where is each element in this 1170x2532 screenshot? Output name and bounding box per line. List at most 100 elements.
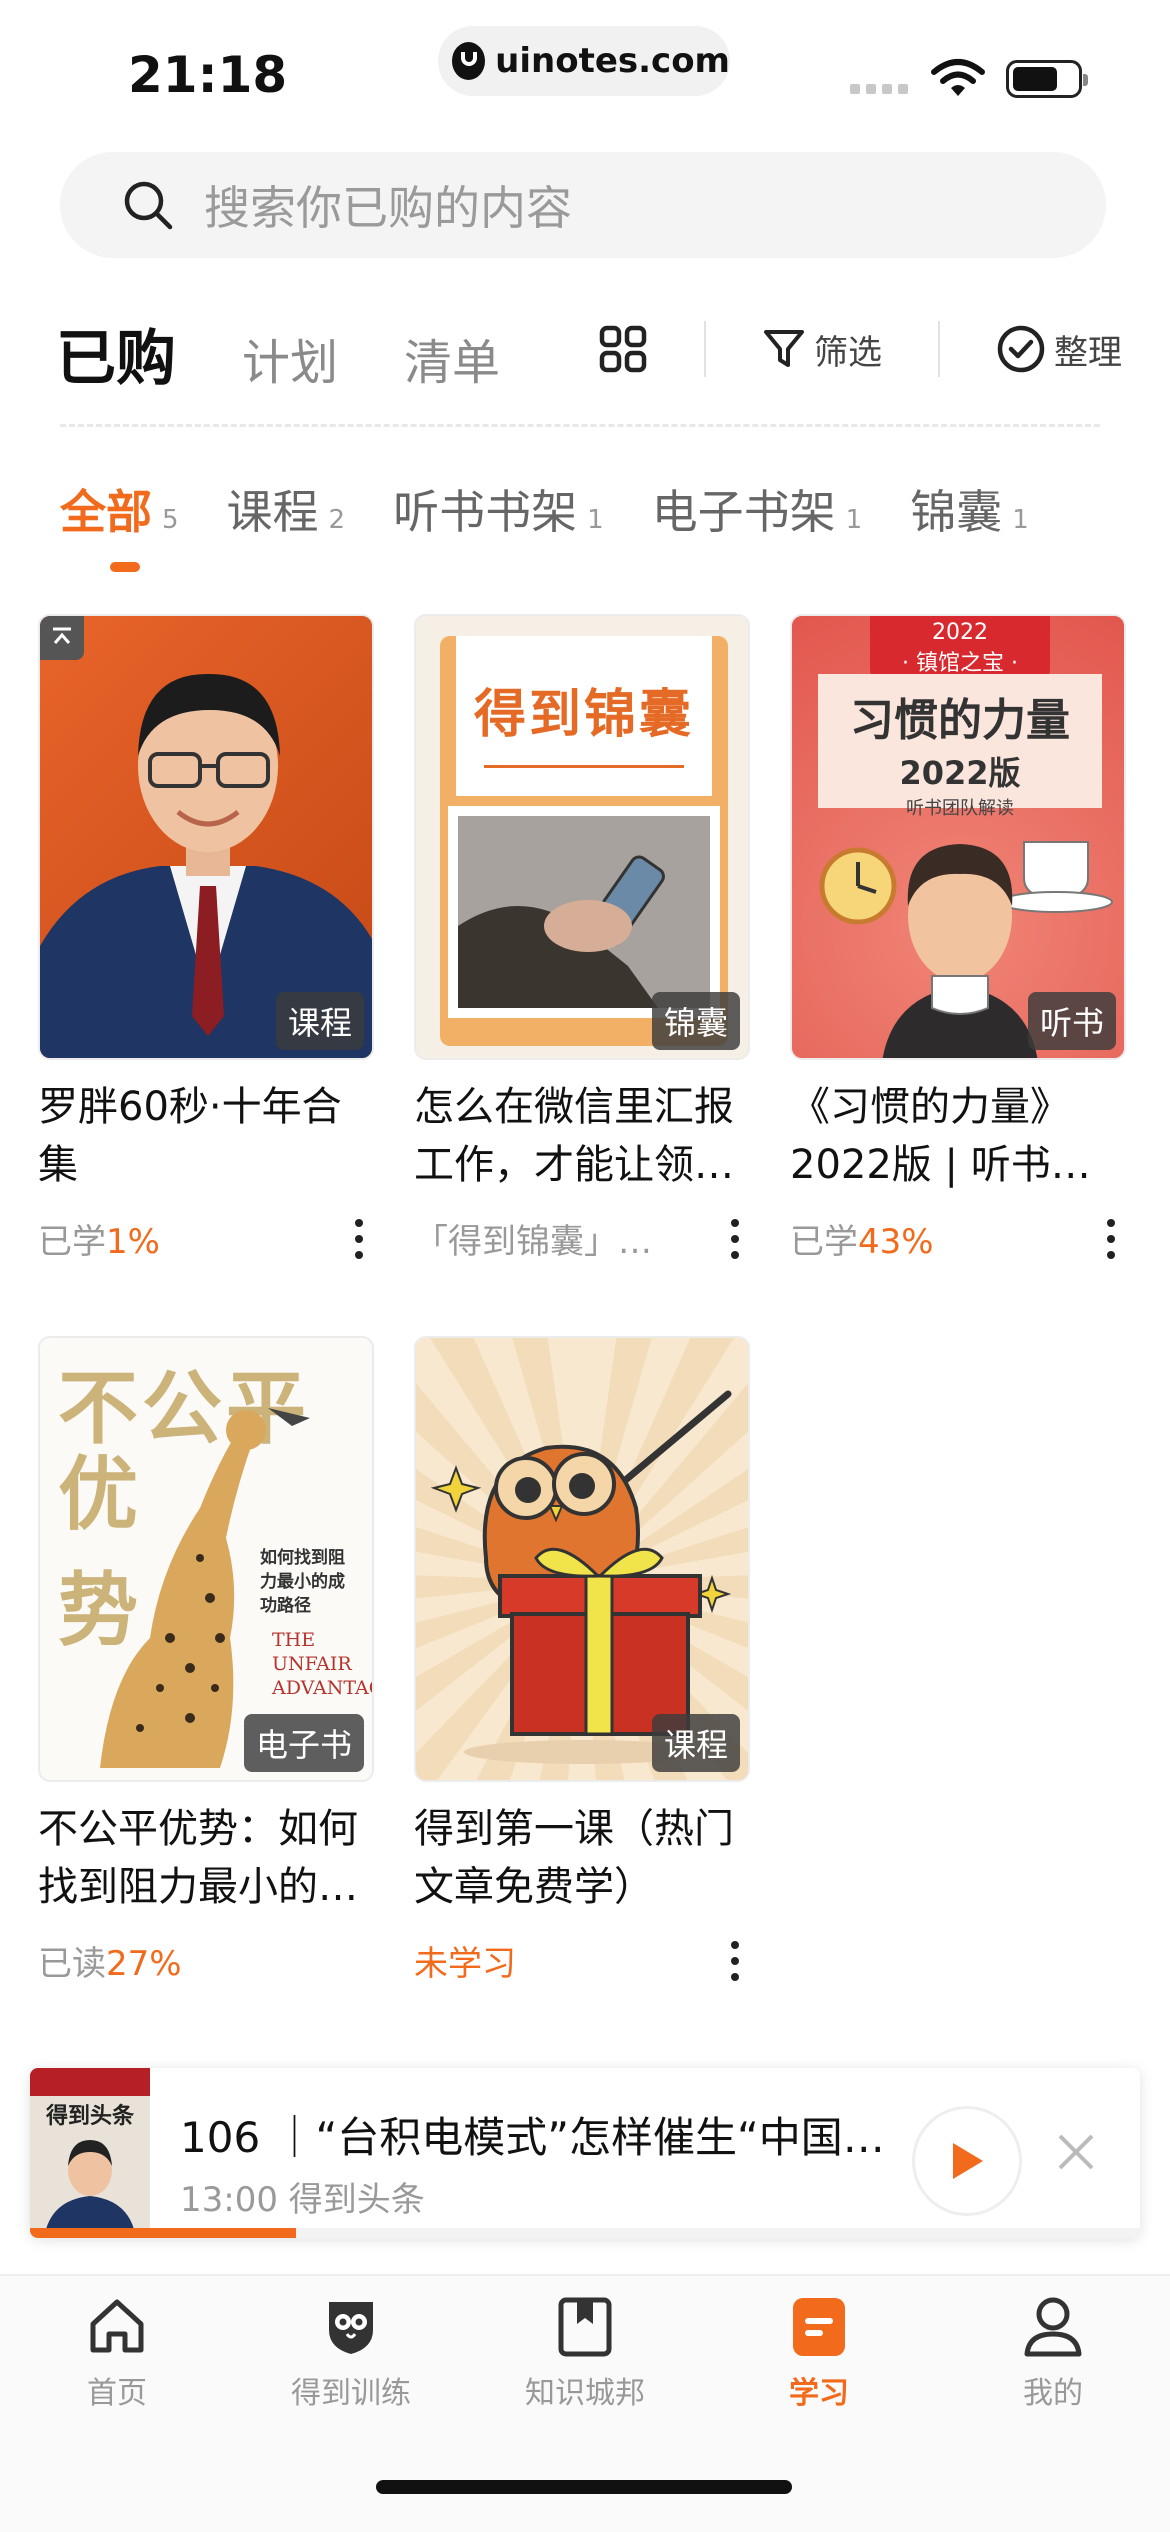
nav-home[interactable]: 首页 [0,2294,234,2412]
content-type-badge: 听书 [1027,992,1116,1050]
search-placeholder: 搜索你已购的内容 [204,181,572,235]
nav-label: 首页 [87,2376,147,2411]
content-card[interactable]: 不公平 优势 如何找到阻力最小的成功路径 THE UNFAIR ADVANTAG… [38,1336,374,1985]
category-tab-count: 1 [587,505,604,535]
divider [60,424,1100,427]
content-type-badge: 锦囊 [651,992,740,1050]
card-title: 《习惯的力量》2022版 | 听书… [790,1084,1091,1188]
category-tab-label: 锦囊 [910,485,1003,539]
pin-top-icon[interactable] [40,616,84,660]
category-tab-tips[interactable]: 锦囊 1 [910,476,1029,542]
nav-label: 我的 [1023,2376,1083,2411]
cellular-signal-icon [850,84,908,94]
close-icon[interactable] [1056,2132,1096,2172]
card-meta: 已读27% [38,1936,374,1985]
search-bar[interactable]: 搜索你已购的内容 [60,152,1106,258]
category-tab-count: 1 [1012,505,1029,535]
check-circle-icon [997,325,1045,373]
content-type-badge: 电子书 [243,1714,364,1772]
card-title: 不公平优势：如何找到阻力最小的… [38,1806,358,1910]
play-button[interactable] [912,2106,1022,2216]
card-title: 怎么在微信里汇报工作，才能让领… [414,1084,734,1188]
source-label: 「得到锦囊」… [414,1222,652,1262]
study-icon [793,2298,845,2356]
progress-value: 27% [106,1944,182,1984]
card-meta: 已学43% [790,1214,1126,1263]
category-tab-all[interactable]: 全部 5 [60,476,179,572]
home-icon [90,2299,144,2353]
player-progress-bar [30,2228,1140,2238]
play-icon [953,2143,983,2179]
bookmark-book-icon [558,2297,612,2357]
tab-plan[interactable]: 计划 [242,323,338,393]
category-tab-courses[interactable]: 课程 2 [227,476,346,542]
card-title: 罗胖60秒·十年合集 [38,1084,342,1188]
tab-purchased[interactable]: 已购 [56,310,176,397]
more-options-icon[interactable] [720,1940,750,1981]
cover-title: 得到锦囊 [473,685,694,745]
content-card[interactable]: 2022 · 镇馆之宝 · 习惯的力量 2022版 听书团队解读 听书 《习惯的… [790,614,1126,1263]
filter-icon [764,330,804,367]
card-cover: 得到锦囊 锦囊 [414,614,750,1060]
card-meta: 未学习 [414,1936,750,1985]
battery-icon [1006,60,1088,98]
category-tab-count: 5 [162,505,179,535]
more-options-icon[interactable] [1096,1218,1126,1259]
card-title: 得到第一课（热门文章免费学） [414,1806,734,1910]
mini-player[interactable]: 得到头条 106 ｜“台积电模式”怎样催生“中国… 13:00 得到头条 [30,2068,1140,2238]
phone-in-hand-image [458,816,710,1008]
category-tab-label: 听书书架 [393,485,578,539]
active-tab-indicator [110,562,140,572]
toolbar: 筛选 整理 [598,316,1122,382]
nav-label: 得到训练 [291,2376,411,2411]
card-cover: 不公平 优势 如何找到阻力最小的成功路径 THE UNFAIR ADVANTAG… [38,1336,374,1782]
category-tab-label: 电子书架 [651,485,836,539]
main-tabs: 已购 计划 清单 [56,310,566,394]
player-thumbnail: 得到头条 [30,2068,150,2238]
tab-list[interactable]: 清单 [404,323,500,393]
category-tab-ebook-shelf[interactable]: 电子书架 1 [652,476,863,542]
player-subtitle: 13:00 得到头条 [180,2180,425,2220]
progress-prefix: 已读 [38,1944,106,1984]
card-meta: 「得到锦囊」… [414,1214,750,1263]
photo-frame [448,806,720,1018]
progress-prefix: 已学 [790,1222,858,1262]
nav-label: 知识城邦 [525,2376,645,2411]
content-type-badge: 课程 [275,992,364,1050]
content-card[interactable]: 课程 罗胖60秒·十年合集 已学1% [38,614,374,1263]
category-tab-label: 课程 [226,485,319,539]
filter-label: 筛选 [814,332,882,373]
card-cover: 课程 [414,1336,750,1782]
url-text: uinotes.com [495,41,730,81]
wifi-icon [931,59,985,96]
nav-training[interactable]: 得到训练 [234,2294,468,2412]
progress-value: 1% [106,1222,160,1262]
more-options-icon[interactable] [720,1218,750,1259]
uinotes-logo-icon [452,42,486,80]
progress-value: 未学习 [414,1944,516,1984]
content-card[interactable]: 得到锦囊 锦囊 怎么在微信里汇报工作，才能让领… 「得到锦囊」… [414,614,750,1263]
home-indicator[interactable] [376,2480,792,2494]
nav-profile[interactable]: 我的 [936,2294,1170,2412]
progress-prefix: 已学 [38,1222,106,1262]
category-tab-count: 2 [328,505,346,535]
organize-button[interactable]: 整理 [996,324,1122,374]
player-title: 106 ｜“台积电模式”怎样催生“中国… [180,2113,885,2162]
tips-card-header: 得到锦囊 [456,636,712,796]
nav-knowledge-city[interactable]: 知识城邦 [468,2294,702,2412]
more-options-icon[interactable] [344,1218,374,1259]
category-tab-audiobook-shelf[interactable]: 听书书架 1 [393,476,604,542]
owl-shield-icon [329,2302,373,2354]
grid-view-icon[interactable] [598,324,648,374]
toolbar-divider [938,321,940,377]
category-tabs: 全部 5 课程 2 听书书架 1 电子书架 1 锦囊 1 [60,462,1077,572]
status-bar: 21:18 uinotes.com [0,0,1170,140]
nav-study[interactable]: 学习 [702,2294,936,2412]
organize-label: 整理 [1054,332,1122,373]
content-card[interactable]: 课程 得到第一课（热门文章免费学） 未学习 [414,1336,750,1985]
card-cover: 2022 · 镇馆之宝 · 习惯的力量 2022版 听书团队解读 听书 [790,614,1126,1060]
content-type-badge: 课程 [651,1714,740,1772]
filter-button[interactable]: 筛选 [762,325,882,374]
card-meta: 已学1% [38,1214,374,1263]
toolbar-divider [704,321,706,377]
